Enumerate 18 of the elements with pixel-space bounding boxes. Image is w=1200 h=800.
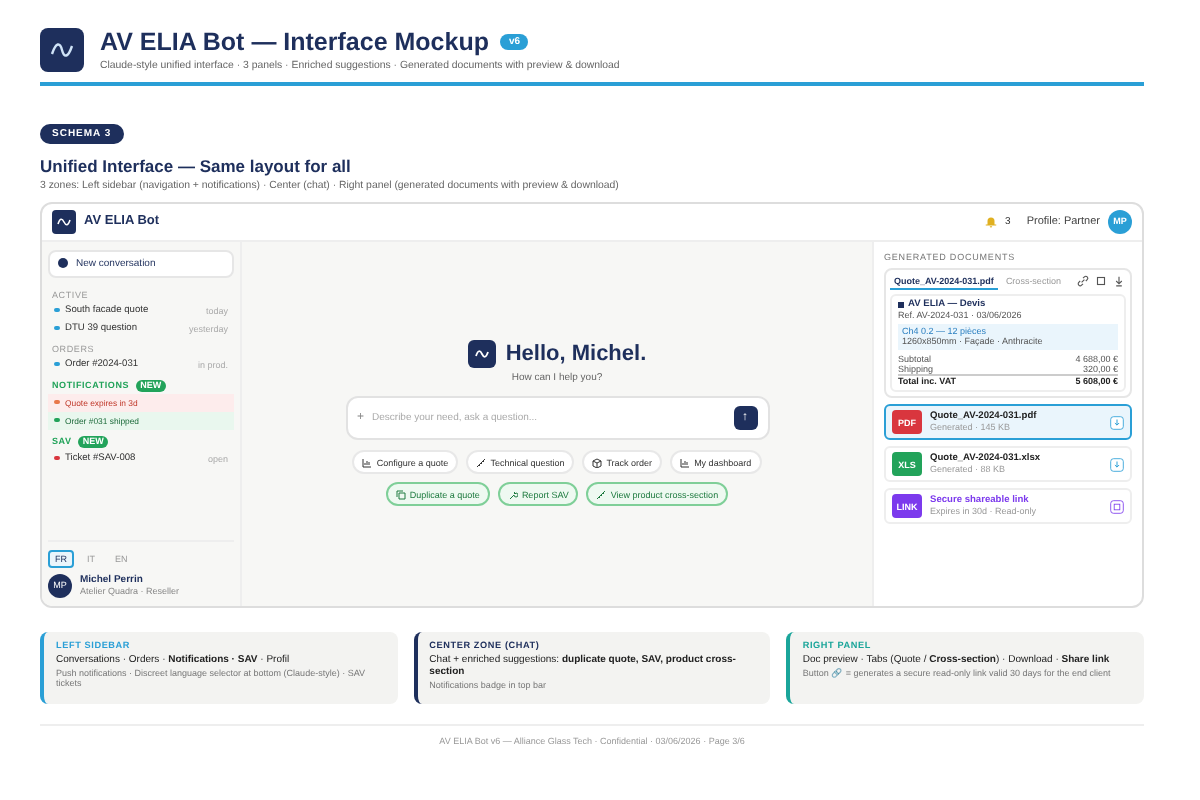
box-icon bbox=[592, 457, 603, 467]
wave-logo-icon bbox=[40, 28, 84, 72]
wave-logo-icon bbox=[52, 209, 76, 233]
section-title: Unified Interface — Same layout for all bbox=[40, 155, 353, 175]
link-icon[interactable] bbox=[1076, 274, 1090, 288]
chart-icon bbox=[680, 457, 691, 467]
ruler-icon bbox=[596, 489, 607, 499]
copy-icon[interactable] bbox=[1110, 499, 1124, 514]
wave-logo-icon bbox=[467, 340, 496, 368]
chart-icon bbox=[362, 457, 373, 467]
greeting: Hello, Michel. bbox=[505, 342, 647, 366]
wrench-icon bbox=[507, 489, 518, 499]
expand-icon[interactable] bbox=[1094, 274, 1108, 288]
copy-icon bbox=[395, 489, 406, 499]
page-title: AV ELIA Bot — Interface Mockup bbox=[100, 28, 489, 56]
bell-icon[interactable] bbox=[983, 214, 998, 228]
ruler-icon bbox=[476, 457, 487, 467]
download-icon[interactable] bbox=[1112, 274, 1126, 288]
